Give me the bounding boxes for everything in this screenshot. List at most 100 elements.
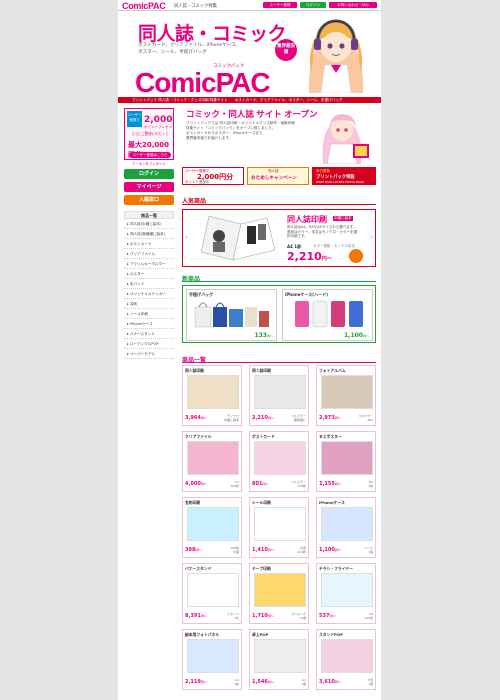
catalog-item-note: 100枚 片面 (230, 546, 239, 554)
price-value: 801 (252, 481, 263, 487)
price-value: 398 (185, 547, 196, 553)
new-product-price: 133円〜 (254, 332, 273, 339)
catalog-card[interactable]: 名刺印刷 398円〜 100枚 片面 (182, 497, 242, 558)
registration-promo[interactable]: ユーザー登録で 2,000 ポイントプレゼント さらにご登録いただくと 最大20… (124, 108, 174, 160)
catalog-item-image (321, 441, 373, 475)
new-product-name: 手提げバッグ (189, 292, 213, 297)
sidebar-mypage-button[interactable]: マイページ (124, 182, 174, 192)
price-unit: 円〜 (200, 416, 207, 420)
catalog-card[interactable]: バナースタンド 8,391円〜 スタンド 1台 (182, 563, 242, 624)
catalog-card[interactable]: 同人誌印刷 3,964円〜 モノクロ 中綴じ製本 (182, 365, 242, 426)
new-product-price: 1,100円〜 (344, 332, 369, 339)
catalog-card[interactable]: テープ印刷 1,710円〜 マスキング 10巻 (249, 563, 309, 624)
price-unit: 円〜 (200, 680, 207, 684)
popular-product-desc: 同人誌はA4、B5やA5サイズから選べます。表紙はカラー、本文はモノクロ・カラー… (287, 225, 357, 238)
sidebar-item[interactable]: ▸ ポストカード (124, 239, 174, 249)
sidebar-item[interactable]: ▸ ペーパーモデル (124, 349, 174, 359)
catalog-card[interactable]: フォトアルバム 2,973円〜 フルカラー 20P (316, 365, 376, 426)
hero-subtitle-line: ポストカード、クリアファイル、iPhoneケース、 (138, 43, 241, 48)
open-illustration (322, 114, 369, 164)
catalog-card[interactable]: クリアファイル 4,000円〜 A4 100枚 (182, 431, 242, 492)
price-value: 2,210 (287, 250, 322, 263)
sidebar-item[interactable]: ▸ クリアファイル (124, 249, 174, 259)
register-button[interactable]: ユーザー登録 (263, 2, 297, 8)
catalog-card[interactable]: iPhoneケース 1,100円〜 ハード 1個 (316, 497, 376, 558)
catalog-item-name: 卓上POP (252, 632, 269, 637)
new-product-card[interactable]: 手提げバッグ 133円〜 (186, 289, 277, 341)
price-value: 3,964 (185, 415, 201, 421)
banner-big-text: おためしキャンペーン (251, 176, 297, 181)
price-value: 3,610 (319, 679, 335, 685)
catalog-card[interactable]: Ｂ２ポスター 1,155円〜 B2 1枚 (316, 431, 376, 492)
catalog-item-price: 537円〜 (319, 613, 335, 619)
tote-bags-image (194, 302, 269, 328)
catalog-item-image (187, 375, 239, 409)
popular-product-panel[interactable]: ‹ › 同人誌印刷 中綴じ製本 同人誌はA4、B5やA5サイズから選べます。表紙… (182, 209, 376, 267)
catalog-item-note: A4 100枚 (230, 480, 239, 488)
price-unit: 円〜 (334, 416, 341, 420)
catalog-item-note: フルカラー 100枚 (291, 480, 306, 488)
catalog-card[interactable]: 同人誌印刷 2,210円〜 フルカラー 無線綴じ (249, 365, 309, 426)
catalog-card[interactable]: シール印刷 1,410円〜 丸型 100枚 (249, 497, 309, 558)
catalog-card[interactable]: スタンドPOP 3,610円〜 大型 1個 (316, 629, 376, 690)
price-unit: 円〜 (262, 482, 269, 486)
price-value: 2,119 (185, 679, 201, 685)
contact-button[interactable]: お問い合わせ・FAQ (329, 2, 377, 8)
catalog-item-note: A4 1枚 (234, 678, 239, 686)
sidebar-item-label: シール印刷 (129, 312, 148, 316)
sidebar-item[interactable]: ▸ ポスター (124, 269, 174, 279)
catalog-card[interactable]: ポストカード 801円〜 フルカラー 100枚 (249, 431, 309, 492)
catalog-card[interactable]: チラシ・フライヤー 537円〜 A4 100枚 (316, 563, 376, 624)
site-logo[interactable]: ComicPAC (122, 1, 166, 11)
sidebar-item[interactable]: ▸ 名刺 (124, 299, 174, 309)
catalog-item-name: Ｂ２ポスター (319, 434, 342, 439)
trial-campaign-banner[interactable]: 同人誌 おためしキャンペーン (247, 167, 309, 185)
sidebar-submit-button[interactable]: 入稿窓口 (124, 195, 174, 205)
header-tagline: 同人誌・コミック特集 (174, 4, 217, 9)
sidebar-item[interactable]: ▸ シール印刷 (124, 309, 174, 319)
sidebar-item-label: オリジナルステッカー (129, 292, 166, 296)
sidebar-login-button[interactable]: ログイン (124, 169, 174, 179)
popular-product-name: 同人誌印刷 (287, 215, 327, 224)
sidebar-item[interactable]: ▸ ローアングルPOP (124, 339, 174, 349)
price-unit: 円〜 (200, 482, 207, 486)
section-divider (182, 362, 376, 363)
sale-badge-icon (349, 249, 363, 263)
sidebar-item[interactable]: ▸ オリジナルステッカー (124, 289, 174, 299)
sidebar-item[interactable]: ▸ 同人誌(中綴じ製本) (124, 219, 174, 229)
catalog-item-price: 8,391円〜 (185, 613, 207, 619)
price-value: 1,100 (319, 547, 335, 553)
sidebar-item[interactable]: ▸ アクリルキーホルダー (124, 259, 174, 269)
catalog-item-image (187, 507, 239, 541)
catalog-item-image (254, 573, 306, 607)
catalog-item-note: スタンド 1台 (226, 612, 239, 620)
sidebar-item[interactable]: ▸ iPhoneケース (124, 319, 174, 329)
catalog-item-price: 1,155円〜 (319, 481, 341, 487)
sidebar-item[interactable]: ▸ 缶バッジ (124, 279, 174, 289)
catalog-card[interactable]: 卓上POP 1,546円〜 A4 1個 (249, 629, 309, 690)
sidebar-item[interactable]: ▸ 同人誌(無線綴じ製本) (124, 229, 174, 239)
catalog-card[interactable]: 絵本用フォトパネル 2,119円〜 A4 1枚 (182, 629, 242, 690)
price-value: 2,973 (319, 415, 335, 421)
catalog-item-name: クリアファイル (185, 434, 212, 439)
promo-register-button[interactable]: ユーザー登録はこちら (129, 152, 171, 158)
promo-points: 2,000 (144, 115, 173, 125)
catalog-item-name: ポストカード (252, 434, 275, 439)
catalog-item-price: 398円〜 (185, 547, 201, 553)
catalog-item-image (321, 573, 373, 607)
catalog-item-note: 丸型 100枚 (297, 546, 306, 554)
catalog-item-image (187, 573, 239, 607)
login-button[interactable]: ログイン (300, 2, 326, 8)
points-banner[interactable]: ユーザー登録で 2,000円分 ポイント進呈中 (182, 167, 244, 185)
hero-banner: 同人誌・コミック ポストカード、クリアファイル、iPhoneケース、 ポスター、… (118, 11, 381, 98)
hero-logo: ComicPAC (135, 67, 271, 98)
carousel-next-arrow-icon[interactable]: › (371, 234, 373, 241)
carousel-prev-arrow-icon[interactable]: ‹ (185, 234, 187, 241)
price-value: 537 (319, 613, 330, 619)
catalog-item-name: 絵本用フォトパネル (185, 632, 220, 637)
photo-book-banner[interactable]: 毎日更新 プリントパック特設 PRINT PACK LOVERS PHOTO B… (312, 167, 376, 185)
catalog-item-price: 1,410円〜 (252, 547, 274, 553)
new-product-card[interactable]: iPhoneケース(ハード) 1,100円〜 (282, 289, 373, 341)
popular-product-note: カラー表紙・モノクロ本文 (313, 244, 355, 248)
sidebar-item[interactable]: ▸ バナースタンド (124, 329, 174, 339)
